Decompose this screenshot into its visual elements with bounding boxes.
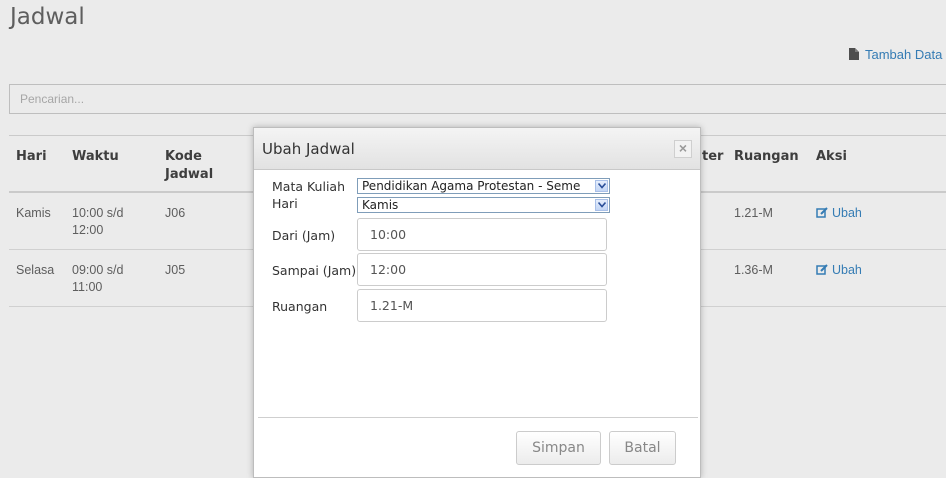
mata-kuliah-select[interactable]: Pendidikan Agama Protestan - Seme [357,178,610,194]
hari-select[interactable]: Kamis [357,197,610,213]
dari-jam-input[interactable]: 10:00 [357,218,607,251]
close-button[interactable]: × [674,140,692,158]
dialog-header: Ubah Jadwal × [254,128,700,170]
ruangan-label: Ruangan [272,299,328,314]
dari-jam-label: Dari (Jam) [272,228,336,243]
sampai-jam-input[interactable]: 12:00 [357,253,607,286]
hari-label: Hari [272,196,298,211]
chevron-down-icon [595,199,608,211]
chevron-down-icon [595,180,608,192]
sampai-jam-label: Sampai (Jam) [272,263,357,278]
cancel-button[interactable]: Batal [609,431,676,465]
save-button[interactable]: Simpan [516,431,601,465]
dialog-title: Ubah Jadwal [262,140,355,158]
ruangan-input[interactable]: 1.21-M [357,289,607,322]
edit-schedule-dialog: Ubah Jadwal × Mata Kuliah Pendidikan Aga… [253,127,701,478]
dialog-footer-divider [258,417,698,418]
hari-value: Kamis [362,198,399,212]
mata-kuliah-label: Mata Kuliah [272,179,346,194]
mata-kuliah-value: Pendidikan Agama Protestan - Seme [362,179,581,193]
